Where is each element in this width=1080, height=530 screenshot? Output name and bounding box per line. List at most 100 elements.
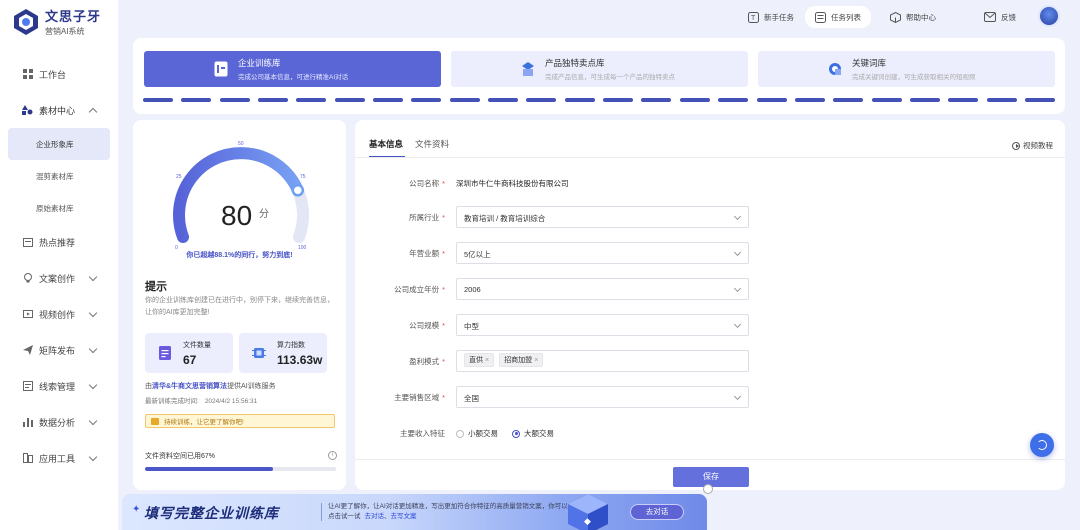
banner-chat-button[interactable]: 去对话	[630, 504, 684, 520]
field-label: 公司规模 *	[409, 321, 445, 330]
stat-label: 文件数量	[183, 342, 211, 349]
video-icon	[22, 309, 33, 320]
play-icon	[1012, 141, 1020, 150]
score-value: 80	[221, 200, 252, 231]
document-icon	[214, 61, 228, 77]
sidebar-item-label: 矩阵发布	[39, 345, 76, 356]
step-keyword-library[interactable]: 关键词库 完成关键词创建，可生成获取相关的短视频	[758, 51, 1055, 87]
chip-icon	[252, 348, 266, 358]
tab-file-materials[interactable]: 文件资料	[415, 138, 449, 156]
svg-text:T: T	[751, 15, 756, 22]
field-revenue: 年营业额 * 5亿以上	[355, 242, 1065, 264]
field-income-feature: 主要收入特征 小额交易 大额交易	[355, 422, 1065, 444]
sidebar-item-label: 应用工具	[39, 453, 76, 464]
training-score-panel: 0 25 50 75 100 80 分 你已超越88.1%的同行，努力到底! 提…	[133, 120, 346, 490]
step-tabs: 企业训练库 完成公司基本信息，可进行精准AI对话 产品独特卖点库 完成产品信息，…	[133, 38, 1065, 114]
field-label: 所属行业 *	[409, 213, 445, 222]
last-train-label: 最新训练完成时间:	[145, 398, 199, 405]
field-label: 盈利模式 *	[409, 357, 445, 366]
company-scale-select[interactable]: 中型	[456, 314, 749, 336]
sidebar-subitem-remix-library[interactable]: 混剪素材库	[8, 160, 110, 192]
tab-basic-info[interactable]: 基本信息	[369, 138, 403, 156]
product-icon	[522, 62, 534, 76]
storage-progress-fill	[145, 467, 273, 471]
gauge-tick: 75	[300, 174, 306, 180]
step-progress-dashes	[143, 98, 1055, 102]
banner-description: 让AI更了解你，让AI对话更加精准，写出更加符合你特征的高质量营销文案，你可以点…	[328, 502, 568, 522]
chat-assistant-button[interactable]	[1030, 433, 1054, 457]
chevron-down-icon	[88, 416, 98, 426]
banner-link-copywriting[interactable]: 去写文案	[391, 513, 417, 520]
field-industry: 所属行业 * 教育培训 / 教育培训综合	[355, 206, 1065, 228]
sidebar-item-hot-topics[interactable]: 热点推荐	[0, 224, 118, 260]
sidebar-subitem-raw-library[interactable]: 原始素材库	[8, 192, 110, 224]
feedback-label: 反馈	[1001, 12, 1016, 22]
field-label: 年营业额 *	[409, 249, 445, 258]
brand-name: 文思子牙	[45, 9, 102, 24]
step-company-library[interactable]: 企业训练库 完成公司基本信息，可进行精准AI对话	[144, 51, 441, 87]
banner-link-chat[interactable]: 去对话	[365, 513, 385, 520]
income-radio-group: 小额交易 大额交易	[456, 428, 568, 439]
stat-value: 113.63w	[277, 353, 323, 367]
sales-region-select[interactable]: 全国	[456, 386, 749, 408]
scroll-up-button[interactable]	[703, 484, 713, 494]
sidebar-item-label: 文案创作	[39, 273, 76, 284]
avatar[interactable]	[1038, 5, 1060, 27]
revenue-select[interactable]: 5亿以上	[456, 242, 749, 264]
tips-title: 提示	[145, 281, 167, 293]
sidebar: 文思子牙 营销AI系统 工作台 素材中心 企业形象库 混剪素材库 原始素材库 热…	[0, 0, 118, 530]
step-product-selling-points[interactable]: 产品独特卖点库 完成产品信息，可生成每一个产品的独特卖点	[451, 51, 748, 87]
profit-model-multiselect[interactable]: 直供 × 招商加盟 ×	[456, 350, 749, 372]
field-label: 公司名称 *	[409, 179, 445, 188]
notice-text: 持续训练，让它更了解你吧!	[164, 419, 244, 426]
sidebar-item-label: 数据分析	[39, 417, 76, 428]
task-list-label: 任务列表	[831, 12, 861, 22]
help-center-button[interactable]: 帮助中心	[890, 8, 936, 26]
shapes-icon	[22, 105, 33, 116]
storage-usage-label: 文件资料空间已用67%	[145, 453, 216, 460]
sidebar-subitem-brand-library[interactable]: 企业形象库	[8, 128, 110, 160]
mail-icon	[984, 12, 996, 22]
radio-small-deal[interactable]	[456, 429, 464, 438]
field-company-scale: 公司规模 * 中型	[355, 314, 1065, 336]
logo-icon	[12, 8, 40, 36]
newbie-task-label: 新手任务	[764, 12, 794, 22]
file-icon	[159, 346, 171, 360]
sidebar-item-tools[interactable]: 应用工具	[0, 440, 118, 476]
radio-label: 大额交易	[524, 429, 554, 438]
sidebar-item-copywriting[interactable]: 文案创作	[0, 260, 118, 296]
banner-divider	[321, 503, 322, 521]
speaker-icon	[151, 418, 159, 425]
step-desc: 完成关键词创建，可生成获取相关的短视频	[852, 74, 976, 81]
sidebar-item-analytics[interactable]: 数据分析	[0, 404, 118, 440]
grid-icon	[22, 69, 33, 80]
feedback-button[interactable]: 反馈	[984, 8, 1016, 26]
info-icon[interactable]: i	[328, 451, 337, 460]
chevron-down-icon	[733, 212, 742, 221]
sidebar-item-matrix-publish[interactable]: 矩阵发布	[0, 332, 118, 368]
chevron-down-icon	[88, 308, 98, 318]
chevron-up-icon	[88, 107, 98, 117]
chevron-down-icon	[88, 380, 98, 390]
video-tutorial-link[interactable]: 视频教程	[1012, 140, 1053, 151]
sidebar-item-label: 工作台	[39, 69, 67, 80]
sidebar-item-leads[interactable]: 线索管理	[0, 368, 118, 404]
profit-model-tag: 直供 ×	[464, 353, 495, 367]
tag-remove-icon[interactable]: ×	[534, 357, 538, 364]
credit-partner: 清华&牛商文思营销算法	[152, 383, 228, 390]
sidebar-item-material-center[interactable]: 素材中心	[0, 92, 118, 128]
chevron-down-icon	[88, 272, 98, 282]
chevron-down-icon	[733, 320, 742, 329]
brand-logo[interactable]: 文思子牙 营销AI系统	[12, 6, 101, 37]
task-list-button[interactable]: 任务列表	[805, 6, 871, 28]
sparkle-icon: ✦	[132, 504, 141, 515]
sidebar-item-workbench[interactable]: 工作台	[0, 56, 118, 92]
industry-select[interactable]: 教育培训 / 教育培训综合	[456, 206, 749, 228]
newbie-task-button[interactable]: T 新手任务	[748, 8, 794, 26]
founded-year-select[interactable]: 2006	[456, 278, 749, 300]
radio-large-deal[interactable]	[512, 429, 520, 438]
tag-remove-icon[interactable]: ×	[485, 357, 489, 364]
chevron-down-icon	[88, 452, 98, 462]
sidebar-item-video[interactable]: 视频创作	[0, 296, 118, 332]
footer-divider	[355, 459, 1065, 460]
